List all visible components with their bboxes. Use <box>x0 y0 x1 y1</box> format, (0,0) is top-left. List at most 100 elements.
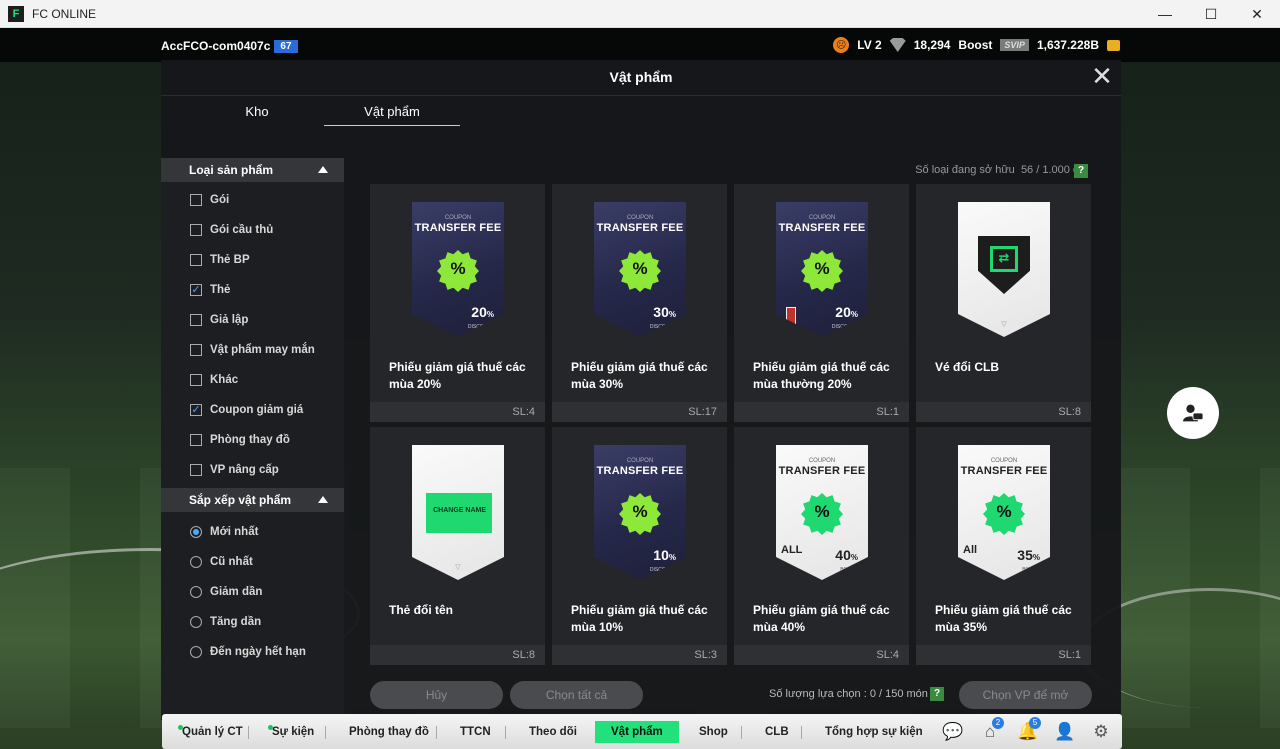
filter-option[interactable]: ✓ Thẻ <box>190 282 230 298</box>
restriction-icon <box>786 307 796 327</box>
nav-item-1[interactable]: Sự kiện <box>268 724 314 740</box>
tab-kho[interactable]: Kho <box>189 104 325 126</box>
collapse-arrow-icon[interactable] <box>318 166 328 173</box>
checkbox[interactable] <box>190 194 202 206</box>
radio-button[interactable] <box>190 526 202 538</box>
nav-item-7[interactable]: CLB <box>765 724 789 740</box>
item-card[interactable]: COUPON TRANSFER FEE% 40% BONUS ALL Phiếu giảm… <box>734 427 909 665</box>
item-card[interactable]: ⇄ ▽ Vé đổi CLB SL:8 <box>916 184 1091 422</box>
sort-section-title: Sắp xếp vật phẩm <box>189 493 292 507</box>
filter-section-header[interactable]: Loại sản phẩm <box>161 158 344 182</box>
item-card[interactable]: COUPON TRANSFER FEE% 20% DISCOUNT Phiếu giảm… <box>370 184 545 422</box>
radio-button[interactable] <box>190 646 202 658</box>
item-name: Phiếu giảm giá thuế các mùa 40% <box>753 603 890 634</box>
filter-option-label: Phòng thay đồ <box>210 434 290 446</box>
app-logo-icon: F <box>8 5 24 22</box>
item-name: Phiếu giảm giá thuế các mùa 30% <box>571 360 708 391</box>
close-icon[interactable]: ✕ <box>1091 63 1113 89</box>
coupon-value-note: DISCOUNT <box>831 324 858 330</box>
cancel-button[interactable]: Hủy <box>370 681 503 709</box>
coupon-value-number: 20 <box>835 304 851 320</box>
home-icon[interactable]: ⌂ 2 <box>980 717 1004 742</box>
checkbox[interactable] <box>190 314 202 326</box>
modal-title: Vật phẩm <box>609 69 673 85</box>
minimize-button[interactable]: — <box>1142 0 1188 28</box>
nav-item-6[interactable]: Shop <box>699 724 728 740</box>
tab-vat-pham[interactable]: Vật phẩm <box>324 104 460 126</box>
checkbox[interactable] <box>190 254 202 266</box>
checkbox[interactable] <box>190 434 202 446</box>
open-selected-button[interactable]: Chọn VP để mở <box>959 681 1092 709</box>
friends-chat-button[interactable] <box>1167 387 1219 439</box>
all-clubs-label: ALL <box>781 545 802 556</box>
checkbox[interactable] <box>190 344 202 356</box>
item-card[interactable]: COUPON TRANSFER FEE% 10% DISCOUNT Phiếu giảm… <box>552 427 727 665</box>
coupon-value-number: 40 <box>835 547 851 563</box>
nav-separator <box>436 726 437 739</box>
item-quantity: SL:8 <box>916 402 1091 422</box>
coupon-title: TRANSFER FEE <box>778 465 866 477</box>
selected-count: Số lượng lựa chọn : 0 / 150 món <box>769 688 928 700</box>
filter-option-label: Vật phẩm may mắn <box>210 344 315 356</box>
filter-option[interactable]: VP nâng cấp <box>190 462 279 478</box>
radio-button[interactable] <box>190 616 202 628</box>
coupon-subtitle: COUPON <box>808 458 836 464</box>
nav-item-2[interactable]: Phòng thay đồ <box>349 724 429 740</box>
nav-item-5[interactable]: Vật phẩm <box>595 721 679 743</box>
checkbox[interactable] <box>190 374 202 386</box>
coupon-subtitle: COUPON <box>808 215 836 221</box>
help-icon[interactable]: ? <box>930 687 944 701</box>
coupon-value-unit: % <box>850 553 858 562</box>
coupon-value: 30% DISCOUNT <box>650 305 676 333</box>
settings-icon[interactable]: ⚙ <box>1091 722 1111 742</box>
filter-option[interactable]: Thẻ BP <box>190 252 250 268</box>
coupon-card-image: COUPON TRANSFER FEE% 40% BONUS ALL <box>776 445 868 580</box>
sort-option[interactable]: Đến ngày hết hạn <box>190 644 306 660</box>
checkbox[interactable] <box>190 224 202 236</box>
exchange-icon: ⇄ <box>990 246 1018 272</box>
close-window-button[interactable]: ✕ <box>1234 0 1280 28</box>
filter-option[interactable]: Gói <box>190 192 229 208</box>
bottom-navigation: Quản lý CT Sự kiện Phòng thay đồ TTCN Theo d… <box>162 714 1122 749</box>
nav-item-4[interactable]: Theo dõi <box>529 724 577 740</box>
checkbox[interactable] <box>190 464 202 476</box>
filter-option[interactable]: Giả lập <box>190 312 248 328</box>
coupon-value-number: 35 <box>1017 547 1033 563</box>
bell-icon[interactable]: 🔔 5 <box>1017 717 1041 742</box>
maximize-button[interactable]: ☐ <box>1188 0 1234 28</box>
nav-item-3[interactable]: TTCN <box>460 724 491 740</box>
select-all-button[interactable]: Chọn tất cả <box>510 681 643 709</box>
nav-item-8[interactable]: Tổng hợp sự kiện <box>825 724 923 740</box>
profile-icon[interactable]: 👤 <box>1054 722 1075 742</box>
brand-logo-icon: ▽ <box>1001 321 1007 328</box>
sort-option[interactable]: Cũ nhất <box>190 554 253 570</box>
item-card[interactable]: COUPON TRANSFER FEE% 35% BONUS All Phiếu giảm… <box>916 427 1091 665</box>
item-name: Thẻ đổi tên <box>389 603 453 617</box>
chat-icon[interactable]: 💬 <box>942 722 963 742</box>
nav-item-0[interactable]: Quản lý CT <box>178 724 243 740</box>
coupon-value-unit: % <box>850 310 858 319</box>
filter-option[interactable]: Khác <box>190 372 238 388</box>
sort-option[interactable]: Giảm dần <box>190 584 262 600</box>
radio-button[interactable] <box>190 556 202 568</box>
filter-option[interactable]: Gói cầu thủ <box>190 222 273 238</box>
checkbox[interactable]: ✓ <box>190 284 202 296</box>
help-icon[interactable]: ? <box>1074 164 1088 178</box>
sort-section-header[interactable]: Sắp xếp vật phẩm <box>161 488 344 512</box>
sort-option[interactable]: Mới nhất <box>190 524 258 540</box>
item-card[interactable]: CHANGE NAME ▽ Thẻ đổi tên SL:8 <box>370 427 545 665</box>
rank-face-icon: ☹ <box>833 37 850 53</box>
checkbox[interactable]: ✓ <box>190 404 202 416</box>
modal-tabs: Kho Vật phẩm <box>161 100 481 130</box>
filter-option[interactable]: ✓ Coupon giảm giá <box>190 402 303 418</box>
percent-badge-icon: % <box>983 493 1025 535</box>
collapse-arrow-icon[interactable] <box>318 496 328 503</box>
item-card[interactable]: COUPON TRANSFER FEE% 20% DISCOUNT Phiếu giảm… <box>734 184 909 422</box>
filter-option[interactable]: Phòng thay đồ <box>190 432 290 448</box>
sort-option[interactable]: Tăng dần <box>190 614 261 630</box>
filter-option[interactable]: Vật phẩm may mắn <box>190 342 315 358</box>
currency-stats: ☹ LV 2 18,294 Boost SVIP 1,637.228B <box>833 37 1120 53</box>
radio-button[interactable] <box>190 586 202 598</box>
filter-option-label: Coupon giảm giá <box>210 404 304 416</box>
item-card[interactable]: COUPON TRANSFER FEE% 30% DISCOUNT Phiếu giảm… <box>552 184 727 422</box>
